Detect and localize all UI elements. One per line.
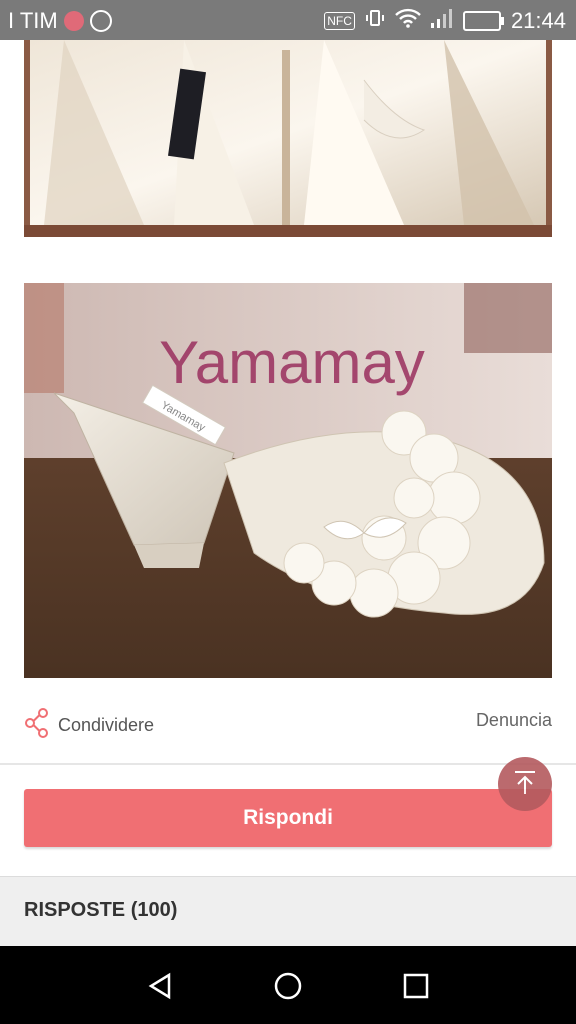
answers-title: RISPOSTE (100) [24, 899, 178, 921]
scroll-to-top-button[interactable] [498, 757, 552, 811]
navigation-bar [0, 946, 576, 1024]
reply-button[interactable]: Rispondi [24, 789, 552, 847]
clock: 21:44 [510, 8, 566, 33]
bridal-slipper-photo[interactable]: Yamamay Yamamay [24, 283, 552, 678]
divider [0, 763, 576, 765]
carrier-label: I TIM [8, 8, 58, 33]
back-icon[interactable] [140, 966, 180, 1006]
arrow-up-icon [510, 767, 540, 801]
share-button[interactable]: Condividere [24, 708, 154, 743]
nfc-icon: NFC [324, 12, 355, 30]
whatsapp-icon [89, 10, 112, 32]
wifi-icon [395, 8, 421, 34]
answers-section: RISPOSTE (100) [0, 876, 576, 947]
share-report-row: Condividere Denuncia [24, 700, 552, 746]
brand-logo-text: Yamamay [159, 329, 425, 396]
wedding-dress-box-photo[interactable] [24, 40, 552, 237]
share-icon [24, 708, 50, 743]
share-label: Condividere [58, 715, 155, 735]
vibrate-icon [365, 8, 385, 34]
battery-icon [462, 11, 504, 31]
signal-icon [430, 8, 453, 34]
home-icon[interactable] [268, 966, 308, 1006]
recents-icon[interactable] [396, 966, 436, 1006]
notification-icon [63, 11, 84, 31]
report-button[interactable]: Denuncia [476, 710, 552, 731]
status-bar: I TIM NFC 21:44 [0, 0, 576, 40]
